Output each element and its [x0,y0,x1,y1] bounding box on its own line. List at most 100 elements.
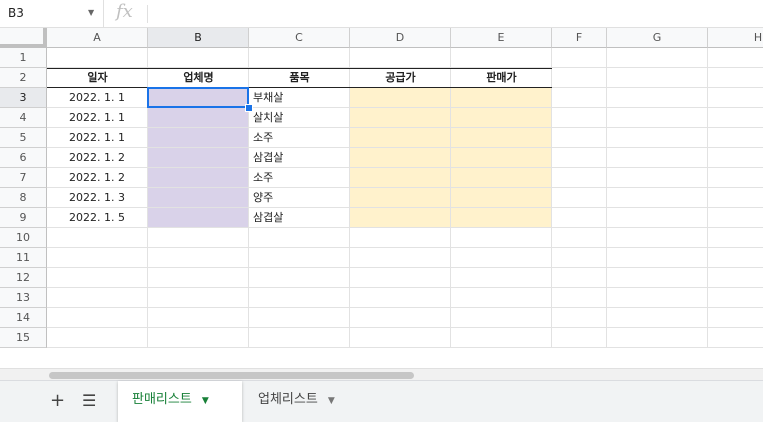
cell-f14[interactable] [552,308,607,328]
cell-f3[interactable] [552,88,607,108]
row-header-7[interactable]: 7 [0,168,47,188]
cell-a10[interactable] [47,228,148,248]
column-header-f[interactable]: F [552,28,607,48]
cell-c1[interactable] [249,48,350,68]
column-header-e[interactable]: E [451,28,552,48]
cell-f11[interactable] [552,248,607,268]
cell-f9[interactable] [552,208,607,228]
cell-b14[interactable] [148,308,249,328]
cell-g7[interactable] [607,168,708,188]
item-cell[interactable]: 소주 [249,168,350,188]
item-cell[interactable]: 소주 [249,128,350,148]
cell-c15[interactable] [249,328,350,348]
vendor-cell[interactable] [148,148,249,168]
cell-g2[interactable] [607,68,708,88]
cell-b1[interactable] [148,48,249,68]
cell-a14[interactable] [47,308,148,328]
cell-g14[interactable] [607,308,708,328]
cell-a15[interactable] [47,328,148,348]
cell-f8[interactable] [552,188,607,208]
sale-price-cell[interactable] [451,128,552,148]
cell-f6[interactable] [552,148,607,168]
sale-price-cell[interactable] [451,188,552,208]
cell-e14[interactable] [451,308,552,328]
cell-c12[interactable] [249,268,350,288]
date-cell[interactable]: 2022. 1. 2 [47,168,148,188]
item-cell[interactable]: 삼겹살 [249,208,350,228]
supply-price-cell[interactable] [350,148,451,168]
sale-price-cell[interactable] [451,108,552,128]
cell-c14[interactable] [249,308,350,328]
supply-price-cell[interactable] [350,188,451,208]
row-header-5[interactable]: 5 [0,128,47,148]
cell-b10[interactable] [148,228,249,248]
item-cell[interactable]: 부채살 [249,88,350,108]
cell-g6[interactable] [607,148,708,168]
row-header-3[interactable]: 3 [0,88,47,108]
date-cell[interactable]: 2022. 1. 1 [47,108,148,128]
supply-price-cell[interactable] [350,108,451,128]
row-header-9[interactable]: 9 [0,208,47,228]
fill-handle[interactable] [245,104,253,112]
row-header-11[interactable]: 11 [0,248,47,268]
sale-price-cell[interactable] [451,168,552,188]
cell-g9[interactable] [607,208,708,228]
column-header-a[interactable]: A [47,28,148,48]
column-header-g[interactable]: G [607,28,708,48]
sale-price-cell[interactable] [451,148,552,168]
spreadsheet-grid[interactable]: A B C D E F G H 1 2 3 4 5 6 7 8 9 10 11 12 13 14 15 일자 업체명 품목 공급가 판… [0,28,763,368]
cell-f15[interactable] [552,328,607,348]
cell-g8[interactable] [607,188,708,208]
cell-f2[interactable] [552,68,607,88]
cell-h7[interactable] [708,168,763,188]
column-header-h[interactable]: H [708,28,763,48]
row-header-4[interactable]: 4 [0,108,47,128]
cell-h8[interactable] [708,188,763,208]
cell-g10[interactable] [607,228,708,248]
cell-f1[interactable] [552,48,607,68]
cell-g11[interactable] [607,248,708,268]
cell-h11[interactable] [708,248,763,268]
row-header-15[interactable]: 15 [0,328,47,348]
row-header-2[interactable]: 2 [0,68,47,88]
column-header-d[interactable]: D [350,28,451,48]
date-cell[interactable]: 2022. 1. 1 [47,88,148,108]
cell-e13[interactable] [451,288,552,308]
column-header-b[interactable]: B [148,28,249,48]
vendor-cell[interactable] [148,168,249,188]
cell-a11[interactable] [47,248,148,268]
cell-c10[interactable] [249,228,350,248]
cell-e15[interactable] [451,328,552,348]
column-header-c[interactable]: C [249,28,350,48]
sale-price-cell[interactable] [451,88,552,108]
cell-h12[interactable] [708,268,763,288]
plus-icon[interactable]: + [50,390,65,411]
supply-price-cell[interactable] [350,88,451,108]
vendor-cell[interactable] [148,208,249,228]
row-header-8[interactable]: 8 [0,188,47,208]
select-all-corner[interactable] [0,28,47,48]
cell-a1[interactable] [47,48,148,68]
cell-d13[interactable] [350,288,451,308]
cell-d15[interactable] [350,328,451,348]
row-header-13[interactable]: 13 [0,288,47,308]
cell-f4[interactable] [552,108,607,128]
cell-f10[interactable] [552,228,607,248]
cell-h6[interactable] [708,148,763,168]
cell-e12[interactable] [451,268,552,288]
supply-price-cell[interactable] [350,208,451,228]
cell-f7[interactable] [552,168,607,188]
cell-h13[interactable] [708,288,763,308]
cell-g12[interactable] [607,268,708,288]
vendor-cell[interactable] [148,88,249,108]
cell-h14[interactable] [708,308,763,328]
cell-g5[interactable] [607,128,708,148]
item-cell[interactable]: 삼겹살 [249,148,350,168]
cell-h5[interactable] [708,128,763,148]
sale-price-cell[interactable] [451,208,552,228]
cell-g3[interactable] [607,88,708,108]
cell-f13[interactable] [552,288,607,308]
scrollbar-thumb[interactable] [49,372,414,379]
row-header-12[interactable]: 12 [0,268,47,288]
caret-down-icon[interactable]: ▼ [328,396,335,406]
